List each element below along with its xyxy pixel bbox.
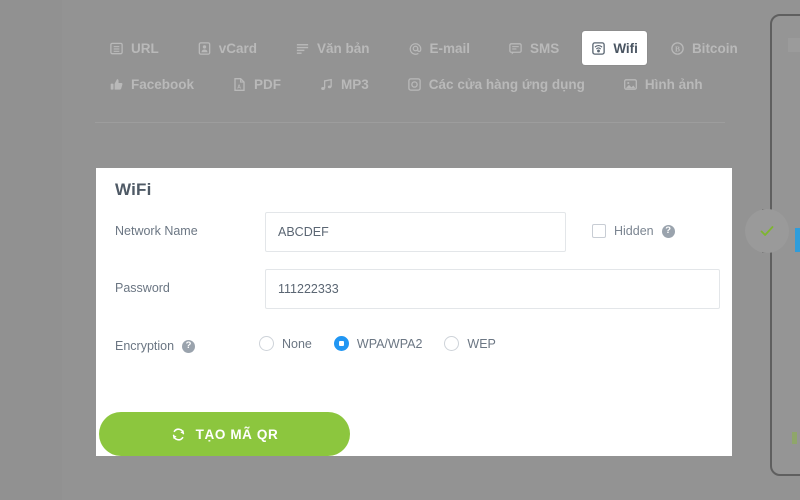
tab-vcard[interactable]: vCard bbox=[188, 31, 266, 65]
preview-panel-bottom-block bbox=[792, 432, 797, 444]
encryption-help-icon[interactable]: ? bbox=[182, 339, 196, 353]
tab-sms[interactable]: SMS bbox=[499, 31, 568, 65]
encryption-option-wep[interactable]: WEP bbox=[444, 336, 496, 351]
tab-label: URL bbox=[131, 40, 159, 56]
encryption-label: Encryption bbox=[115, 339, 175, 353]
network-name-input[interactable] bbox=[265, 212, 566, 252]
generate-qr-label: TẠO MÃ QR bbox=[195, 426, 279, 442]
svg-text:A: A bbox=[237, 84, 241, 90]
tab-url[interactable]: URL bbox=[100, 31, 168, 65]
tab-label: Bitcoin bbox=[691, 40, 738, 56]
app-screen: URL vCard Văn bản E-mail SMS Wifi B Bitc… bbox=[0, 0, 800, 500]
tab-hinh-anh[interactable]: Hình ảnh bbox=[614, 67, 712, 101]
radio-dot[interactable] bbox=[259, 336, 274, 351]
tab-mp3[interactable]: MP3 bbox=[310, 67, 378, 101]
music-note-icon bbox=[319, 77, 334, 92]
app-store-icon bbox=[407, 77, 422, 92]
radio-label: None bbox=[282, 336, 312, 351]
pdf-file-icon: A bbox=[232, 77, 247, 92]
hidden-help-icon[interactable]: ? bbox=[661, 224, 675, 238]
qr-type-tabs: URL vCard Văn bản E-mail SMS Wifi B Bitc… bbox=[100, 30, 740, 102]
svg-text:B: B bbox=[675, 44, 680, 53]
tab-label: PDF bbox=[254, 76, 282, 92]
tab-label: SMS bbox=[530, 40, 560, 56]
image-icon bbox=[623, 77, 638, 92]
network-name-label: Network Name bbox=[115, 224, 198, 238]
check-icon bbox=[757, 221, 777, 241]
refresh-icon bbox=[171, 427, 186, 442]
contact-card-icon bbox=[197, 41, 212, 56]
status-check-badge[interactable] bbox=[745, 209, 789, 253]
bitcoin-icon: B bbox=[670, 41, 685, 56]
at-sign-icon bbox=[408, 41, 423, 56]
password-input[interactable] bbox=[265, 269, 720, 309]
radio-label: WEP bbox=[467, 336, 496, 351]
speech-bubble-icon bbox=[508, 41, 523, 56]
hidden-checkbox[interactable] bbox=[592, 224, 606, 238]
outer-gutter bbox=[0, 0, 62, 500]
tab-pdf[interactable]: A PDF bbox=[223, 67, 290, 101]
generate-qr-button[interactable]: TẠO MÃ QR bbox=[99, 412, 350, 456]
radio-dot[interactable] bbox=[444, 336, 460, 351]
tab-label: MP3 bbox=[341, 76, 369, 92]
tab-label: Văn bản bbox=[317, 40, 370, 56]
qr-type-tabs-row-2: Facebook A PDF MP3 Các cửa hàng ứng dụng… bbox=[100, 66, 740, 102]
tab-label: Wifi bbox=[613, 40, 638, 56]
password-label: Password bbox=[115, 281, 170, 295]
text-lines-icon bbox=[295, 41, 310, 56]
encryption-option-wpa[interactable]: WPA/WPA2 bbox=[333, 336, 423, 351]
encryption-label-group: Encryption ? bbox=[115, 339, 196, 353]
encryption-radio-group: None WPA/WPA2 WEP bbox=[259, 336, 496, 351]
tab-label: E-mail bbox=[429, 40, 471, 56]
wifi-icon bbox=[591, 41, 606, 56]
tab-bitcoin[interactable]: B Bitcoin bbox=[661, 31, 747, 65]
form-title: WiFi bbox=[115, 180, 152, 199]
tab-van-ban[interactable]: Văn bản bbox=[286, 31, 379, 65]
document-icon bbox=[109, 41, 124, 56]
tab-app-stores[interactable]: Các cửa hàng ứng dụng bbox=[398, 67, 594, 101]
tab-label: Facebook bbox=[131, 76, 195, 92]
preview-panel-top-block bbox=[788, 38, 800, 52]
tab-facebook[interactable]: Facebook bbox=[100, 67, 203, 101]
radio-dot[interactable] bbox=[333, 336, 349, 351]
hidden-checkbox-group[interactable]: Hidden ? bbox=[592, 224, 675, 238]
encryption-option-none[interactable]: None bbox=[259, 336, 312, 351]
tab-wifi[interactable]: Wifi bbox=[582, 31, 647, 65]
qr-type-tabs-row-1: URL vCard Văn bản E-mail SMS Wifi B Bitc… bbox=[100, 30, 740, 66]
tab-label: Các cửa hàng ứng dụng bbox=[428, 76, 585, 92]
tab-email[interactable]: E-mail bbox=[399, 31, 480, 65]
section-divider bbox=[95, 122, 725, 123]
thumbs-up-icon bbox=[109, 77, 124, 92]
preview-panel-accent-strip bbox=[795, 228, 800, 252]
radio-label: WPA/WPA2 bbox=[356, 336, 423, 351]
tab-label: Hình ảnh bbox=[644, 76, 703, 92]
hidden-label: Hidden bbox=[614, 224, 654, 238]
tab-label: vCard bbox=[218, 40, 258, 56]
